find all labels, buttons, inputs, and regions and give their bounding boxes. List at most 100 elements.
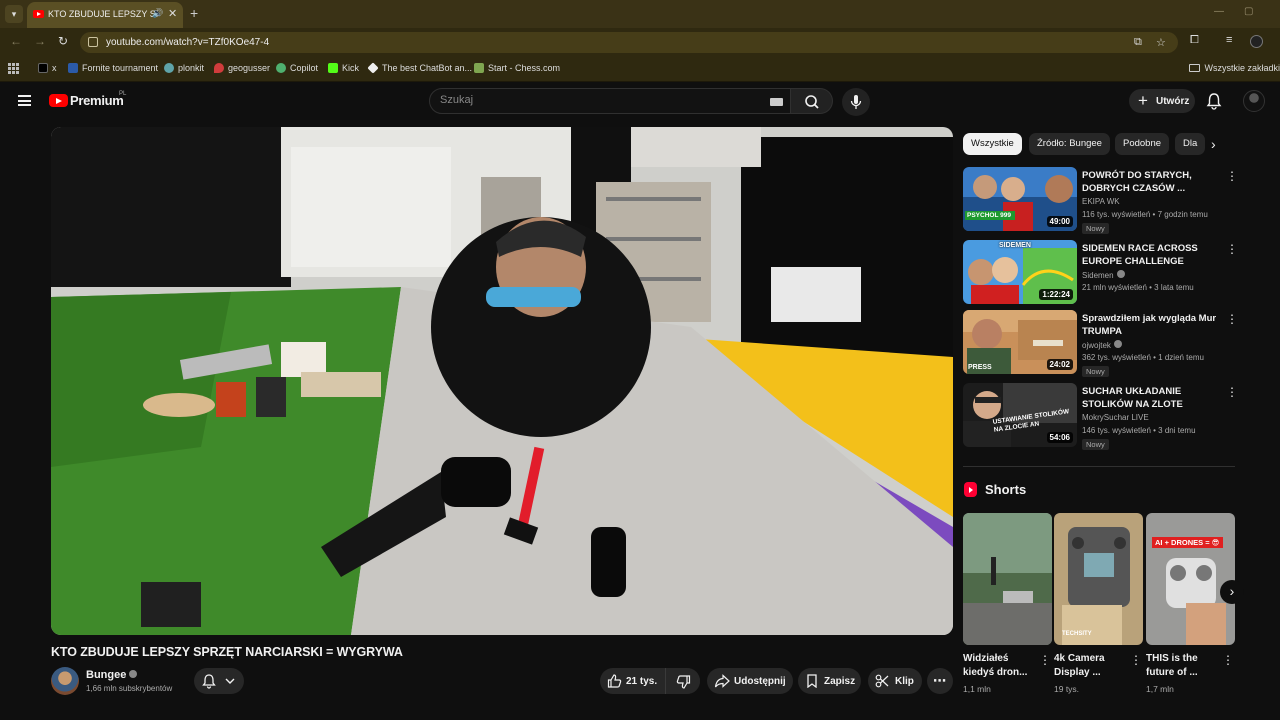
subscribed-bell-button[interactable]	[194, 668, 244, 694]
short-title[interactable]: 4k Camera Display ...	[1054, 652, 1128, 680]
browser-tab[interactable]: KTO ZBUDUJE LEPSZY SPRZĘT NARCIARSKI = W…	[27, 2, 183, 28]
recommendation-title[interactable]: SUCHAR UKŁADANIE STOLIKÓW NA ZLOTE ANTOS…	[1082, 385, 1222, 411]
short-thumbnail[interactable]	[963, 513, 1052, 645]
channel-name[interactable]: Bungee	[86, 669, 138, 681]
channel-avatar[interactable]	[51, 667, 79, 695]
recommendation-item[interactable]: PRESS 24:02 Sprawdziłem jak wygląda Mur …	[963, 310, 1238, 377]
bell-icon	[202, 674, 235, 689]
recommendation-meta: 146 tys. wyświetleń • 3 dni temu	[1082, 426, 1196, 435]
apps-icon[interactable]	[8, 63, 19, 74]
recommendation-title[interactable]: Sprawdziłem jak wygląda Mur TRUMPA	[1082, 312, 1222, 338]
video-thumbnail[interactable]: SIDEMEN 1:22:24	[963, 240, 1077, 304]
search-input[interactable]	[440, 94, 760, 106]
plonkit-icon	[164, 63, 174, 73]
voice-search-button[interactable]	[842, 88, 870, 116]
kick-icon	[328, 63, 338, 73]
short-title[interactable]: THIS is the future of ...	[1146, 652, 1220, 680]
chess-icon	[474, 63, 484, 73]
cast-icon[interactable]: ⧉	[1134, 36, 1142, 49]
dislike-button[interactable]	[665, 668, 700, 694]
hamburger-icon[interactable]	[18, 95, 31, 106]
thumbs-up-icon	[607, 674, 622, 688]
short-title[interactable]: Widziałeś kiedyś dron...	[963, 652, 1037, 680]
chip-all[interactable]: Wszystkie	[963, 133, 1022, 155]
video-thumbnail[interactable]: PRESS 24:02	[963, 310, 1077, 374]
star-icon[interactable]: ☆	[1156, 36, 1166, 49]
minimize-icon[interactable]: —	[1214, 6, 1224, 17]
recommendation-channel[interactable]: ojwojtek	[1082, 340, 1122, 350]
recommendation-item[interactable]: SIDEMEN 1:22:24 SIDEMEN RACE ACROSS EURO…	[963, 240, 1238, 306]
forward-icon[interactable]: →	[34, 34, 46, 48]
chevron-right-icon[interactable]: ›	[1211, 136, 1216, 152]
bookmark-chatbot[interactable]: The best ChatBot an...	[367, 62, 472, 77]
bell-icon[interactable]	[1206, 92, 1222, 110]
short-thumbnail[interactable]: AI + DRONES = 😎	[1146, 513, 1235, 645]
site-info-icon[interactable]	[88, 37, 98, 47]
brand-name[interactable]: Premium	[70, 93, 124, 108]
filter-chips: Wszystkie Źródło: Bungee Podobne Dla	[963, 133, 1225, 155]
chevron-right-icon[interactable]: ›	[1220, 580, 1244, 604]
more-icon[interactable]: ⋮	[1226, 169, 1238, 183]
share-button[interactable]: Udostępnij	[707, 668, 793, 694]
reload-icon[interactable]: ↻	[58, 34, 68, 48]
avatar[interactable]	[1243, 90, 1265, 112]
short-views: 1,1 mln	[963, 684, 991, 694]
bookmark-kick[interactable]: Kick	[328, 63, 359, 77]
keyboard-icon[interactable]	[770, 98, 783, 106]
chip-source[interactable]: Źródło: Bungee	[1029, 133, 1110, 155]
audio-icon[interactable]: 🔊	[152, 8, 163, 19]
recommendation-title[interactable]: POWRÓT DO STARYCH, DOBRYCH CZASÓW ...	[1082, 169, 1222, 195]
profile-avatar[interactable]	[1250, 35, 1263, 48]
bookmark-x[interactable]: x	[38, 63, 57, 77]
bookmark-geoguesser[interactable]: geogusser	[214, 63, 270, 77]
chip-for-you[interactable]: Dla	[1175, 133, 1206, 155]
section-divider	[963, 466, 1235, 467]
more-icon[interactable]: ⋮	[1226, 385, 1238, 399]
chip-related[interactable]: Podobne	[1115, 133, 1170, 155]
more-icon[interactable]: ⋮	[1222, 653, 1234, 667]
shorts-icon	[964, 482, 977, 497]
recommendation-channel[interactable]: EKIPA WK	[1082, 197, 1120, 206]
new-badge: Nowy	[1082, 223, 1109, 234]
video-player[interactable]	[51, 127, 953, 635]
more-icon[interactable]: ⋮	[1226, 312, 1238, 326]
more-icon[interactable]: ⋮	[1039, 653, 1051, 667]
shorts-heading: Shorts	[985, 482, 1027, 497]
more-actions-button[interactable]: ⋯	[927, 668, 953, 694]
address-bar[interactable]: youtube.com/watch?v=TZf0KOe47-4 ⧉ ☆	[80, 32, 1178, 53]
more-icon[interactable]: ⋮	[1130, 653, 1142, 667]
recommendation-meta: 116 tys. wyświetleń • 7 godzin temu	[1082, 210, 1208, 219]
save-button[interactable]: Zapisz	[798, 668, 861, 694]
search-button[interactable]	[791, 88, 833, 114]
close-icon[interactable]: ✕	[168, 7, 177, 20]
all-bookmarks[interactable]: Wszystkie zakładki	[1189, 63, 1280, 73]
bookmark-chess[interactable]: Start - Chess.com	[474, 63, 560, 77]
short-views: 1,7 mln	[1146, 684, 1174, 694]
more-icon: ⋯	[933, 673, 946, 688]
bookmark-copilot[interactable]: Copilot	[276, 63, 318, 77]
video-thumbnail[interactable]: PSYCHOL 999 49:00	[963, 167, 1077, 231]
recommendation-channel[interactable]: MokrySuchar LIVE	[1082, 413, 1149, 422]
plus-icon[interactable]: +	[190, 5, 198, 21]
media-icon[interactable]: ≡	[1226, 34, 1232, 46]
recommendation-title[interactable]: SIDEMEN RACE ACROSS EUROPE CHALLENGE	[1082, 242, 1222, 268]
create-button[interactable]: + Utwórz	[1129, 89, 1195, 113]
video-frame	[51, 127, 953, 635]
youtube-logo[interactable]	[49, 94, 68, 107]
recommendation-channel[interactable]: Sidemen	[1082, 270, 1125, 280]
url-text[interactable]: youtube.com/watch?v=TZf0KOe47-4	[106, 37, 269, 48]
extensions-icon[interactable]: ⧠	[1190, 34, 1199, 47]
recommendation-item[interactable]: PSYCHOL 999 49:00 POWRÓT DO STARYCH, DOB…	[963, 167, 1238, 234]
tab-list-icon[interactable]: ▾	[5, 5, 23, 23]
bookmark-plonkit[interactable]: plonkit	[164, 63, 204, 77]
clip-button[interactable]: Klip	[868, 668, 922, 694]
video-thumbnail[interactable]: USTAWIANIE STOLIKÓW NA ZLOCIE AN 54:06	[963, 383, 1077, 447]
short-thumbnail[interactable]: TECHSITY	[1054, 513, 1143, 645]
subscriber-count: 1,66 mln subskrybentów	[86, 684, 173, 693]
recommendation-item[interactable]: USTAWIANIE STOLIKÓW NA ZLOCIE AN 54:06 S…	[963, 383, 1238, 450]
recommendation-meta: 362 tys. wyświetleń • 1 dzień temu	[1082, 353, 1204, 362]
bookmark-fortnite[interactable]: Fornite tournament	[68, 63, 158, 77]
back-icon[interactable]: ←	[10, 34, 22, 48]
restore-icon[interactable]: ▢	[1244, 6, 1253, 17]
more-icon[interactable]: ⋮	[1226, 242, 1238, 256]
